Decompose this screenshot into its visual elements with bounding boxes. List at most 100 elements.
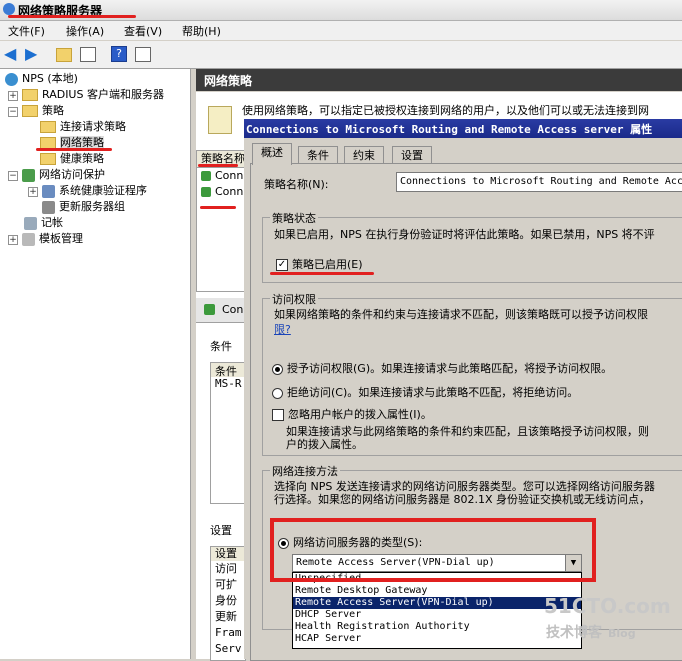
tree-item-accounting[interactable]: 记帐 — [24, 215, 63, 231]
radio-selected-icon — [272, 363, 283, 375]
method-description-2: 行选择。如果您的网络访问服务器是 802.1X 身份验证交换机或无线访问点， — [274, 493, 651, 506]
nap-icon — [22, 168, 35, 182]
folder-icon — [40, 121, 56, 133]
collapse-icon[interactable]: − — [8, 107, 18, 117]
dropdown-option[interactable]: HCAP Server — [293, 633, 581, 645]
ignore-dialin-checkbox[interactable]: 忽略用户帐户的拨入属性(I)。 — [272, 406, 432, 422]
nas-type-dropdown-list: Unspecified Remote Desktop Gateway Remot… — [292, 572, 582, 649]
tree-label: 网络访问保护 — [39, 168, 105, 181]
annotation-box — [270, 518, 596, 582]
annotation-underline — [8, 15, 136, 18]
tree-label: 模板管理 — [39, 232, 83, 245]
grant-access-radio[interactable]: 授予访问权限(G)。如果连接请求与此策略匹配，将授予访问权限。 — [272, 360, 612, 376]
results-header: 网络策略 — [196, 69, 682, 91]
validator-icon — [42, 184, 55, 198]
conditions-column: 条件 — [211, 363, 245, 378]
policy-row[interactable]: Conn — [201, 185, 243, 198]
access-permission-legend: 访问权限 — [270, 291, 318, 307]
help-icon[interactable]: ? — [111, 46, 127, 62]
enabled-check-icon — [204, 304, 215, 315]
policy-state-description: 如果已启用，NPS 在执行身份验证时将评估此策略。如果已禁用，NPS 将不评 — [274, 228, 655, 241]
settings-heading: 设置 — [210, 524, 232, 537]
dropdown-option[interactable]: Health Registration Authority — [293, 621, 581, 633]
tree-label: 健康策略 — [60, 152, 104, 165]
forward-icon[interactable]: ▶ — [25, 45, 43, 63]
annotation-underline — [198, 164, 238, 167]
folder-icon — [22, 89, 38, 101]
menu-action[interactable]: 操作(A) — [66, 23, 104, 39]
detail-title: Con — [222, 303, 244, 316]
tree-item-health-policies[interactable]: 健康策略 — [40, 151, 104, 167]
policy-name-label: 策略名称(N): — [264, 178, 329, 191]
dialog-title-bar: Connections to Microsoft Routing and Rem… — [244, 119, 682, 138]
tab-overview[interactable]: 概述 — [252, 143, 292, 165]
expand-icon[interactable]: + — [28, 187, 38, 197]
menu-file[interactable]: 文件(F) — [8, 23, 45, 39]
tree-label: 系统健康验证程序 — [59, 184, 147, 197]
settings-row: Serv — [215, 642, 242, 655]
tree-label: 策略 — [42, 104, 64, 117]
conditions-heading: 条件 — [210, 340, 232, 353]
annotation-underline — [36, 148, 112, 151]
dropdown-option[interactable]: DHCP Server — [293, 609, 581, 621]
accounting-icon — [24, 216, 37, 230]
enabled-check-icon — [201, 171, 211, 181]
properties-icon[interactable] — [135, 47, 151, 62]
radio-icon — [272, 387, 283, 399]
tree-label: NPS (本地) — [22, 72, 78, 85]
dropdown-option-selected[interactable]: Remote Access Server(VPN-Dial up) — [293, 597, 581, 609]
tree-label: 记帐 — [41, 216, 63, 229]
tree-item-nps-root[interactable]: NPS (本地) — [5, 71, 78, 87]
intro-text: 使用网络策略，可以指定已被授权连接到网络的用户，以及他们可以或无法连接到网 — [242, 104, 649, 117]
back-icon[interactable]: ◀ — [4, 45, 22, 63]
settings-row: Fram — [215, 626, 242, 639]
tree-label: 连接请求策略 — [60, 120, 126, 133]
console-tree: NPS (本地) + RADIUS 客户端和服务器 − 策略 连接请求策略 网络… — [0, 69, 191, 659]
checkbox-checked-icon: ✓ — [276, 259, 288, 271]
collapse-icon[interactable]: − — [8, 171, 18, 181]
tree-item-nap[interactable]: − 网络访问保护 — [8, 167, 105, 183]
policy-list: 策略名称 Conn Conn — [196, 150, 249, 292]
policy-name-input[interactable]: Connections to Microsoft Routing and Rem… — [396, 172, 682, 192]
annotation-underline — [200, 206, 236, 209]
dialog-title: Connections to Microsoft Routing and Rem… — [246, 123, 653, 136]
policy-enabled-checkbox[interactable]: ✓ 策略已启用(E) — [276, 256, 363, 272]
settings-row: 更新 — [215, 610, 237, 623]
toolbar: ◀ ▶ ? — [0, 41, 682, 69]
expand-icon[interactable]: + — [8, 235, 18, 245]
show-hide-tree-icon[interactable] — [80, 47, 96, 62]
detail-bar: Con — [196, 298, 244, 323]
tree-item-radius[interactable]: + RADIUS 客户端和服务器 — [8, 87, 164, 103]
menu-view[interactable]: 查看(V) — [124, 23, 162, 39]
dropdown-option[interactable]: Remote Desktop Gateway — [293, 585, 581, 597]
access-description-2: 限? — [274, 323, 291, 336]
access-description: 如果网络策略的条件和约束与连接请求不匹配，则该策略既可以授予访问权限 — [274, 308, 648, 321]
settings-row: 身份 — [215, 594, 237, 607]
results-title: 网络策略 — [204, 74, 253, 88]
annotation-underline — [270, 272, 374, 275]
tree-item-remediation-groups[interactable]: 更新服务器组 — [42, 199, 125, 215]
condition-value: MS-R — [215, 377, 242, 390]
enabled-check-icon — [201, 187, 211, 197]
menu-bar: 文件(F) 操作(A) 查看(V) 帮助(H) — [0, 21, 682, 40]
tree-item-policies[interactable]: − 策略 — [8, 103, 64, 119]
folder-icon — [40, 153, 56, 165]
menu-help[interactable]: 帮助(H) — [182, 23, 221, 39]
settings-table: 设置 访问 可扩 身份 更新 Fram Serv — [210, 546, 246, 661]
connection-method-legend: 网络连接方法 — [270, 463, 340, 479]
templates-icon — [22, 232, 35, 246]
tree-item-shv[interactable]: + 系统健康验证程序 — [28, 183, 147, 199]
policy-document-icon — [208, 106, 232, 134]
policy-state-legend: 策略状态 — [270, 210, 318, 226]
tree-item-connection-request-policies[interactable]: 连接请求策略 — [40, 119, 126, 135]
conditions-table: 条件 MS-R — [210, 362, 246, 504]
policy-row[interactable]: Conn — [201, 169, 243, 182]
ignore-description-2: 户的拨入属性。 — [286, 438, 363, 451]
checkbox-icon — [272, 409, 284, 421]
up-folder-icon[interactable] — [56, 48, 72, 62]
watermark: 51CTO.com — [544, 594, 671, 618]
tree-item-templates[interactable]: + 模板管理 — [8, 231, 83, 247]
settings-row: 访问 — [215, 562, 237, 575]
expand-icon[interactable]: + — [8, 91, 18, 101]
deny-access-radio[interactable]: 拒绝访问(C)。如果连接请求与此策略不匹配，将拒绝访问。 — [272, 384, 578, 400]
